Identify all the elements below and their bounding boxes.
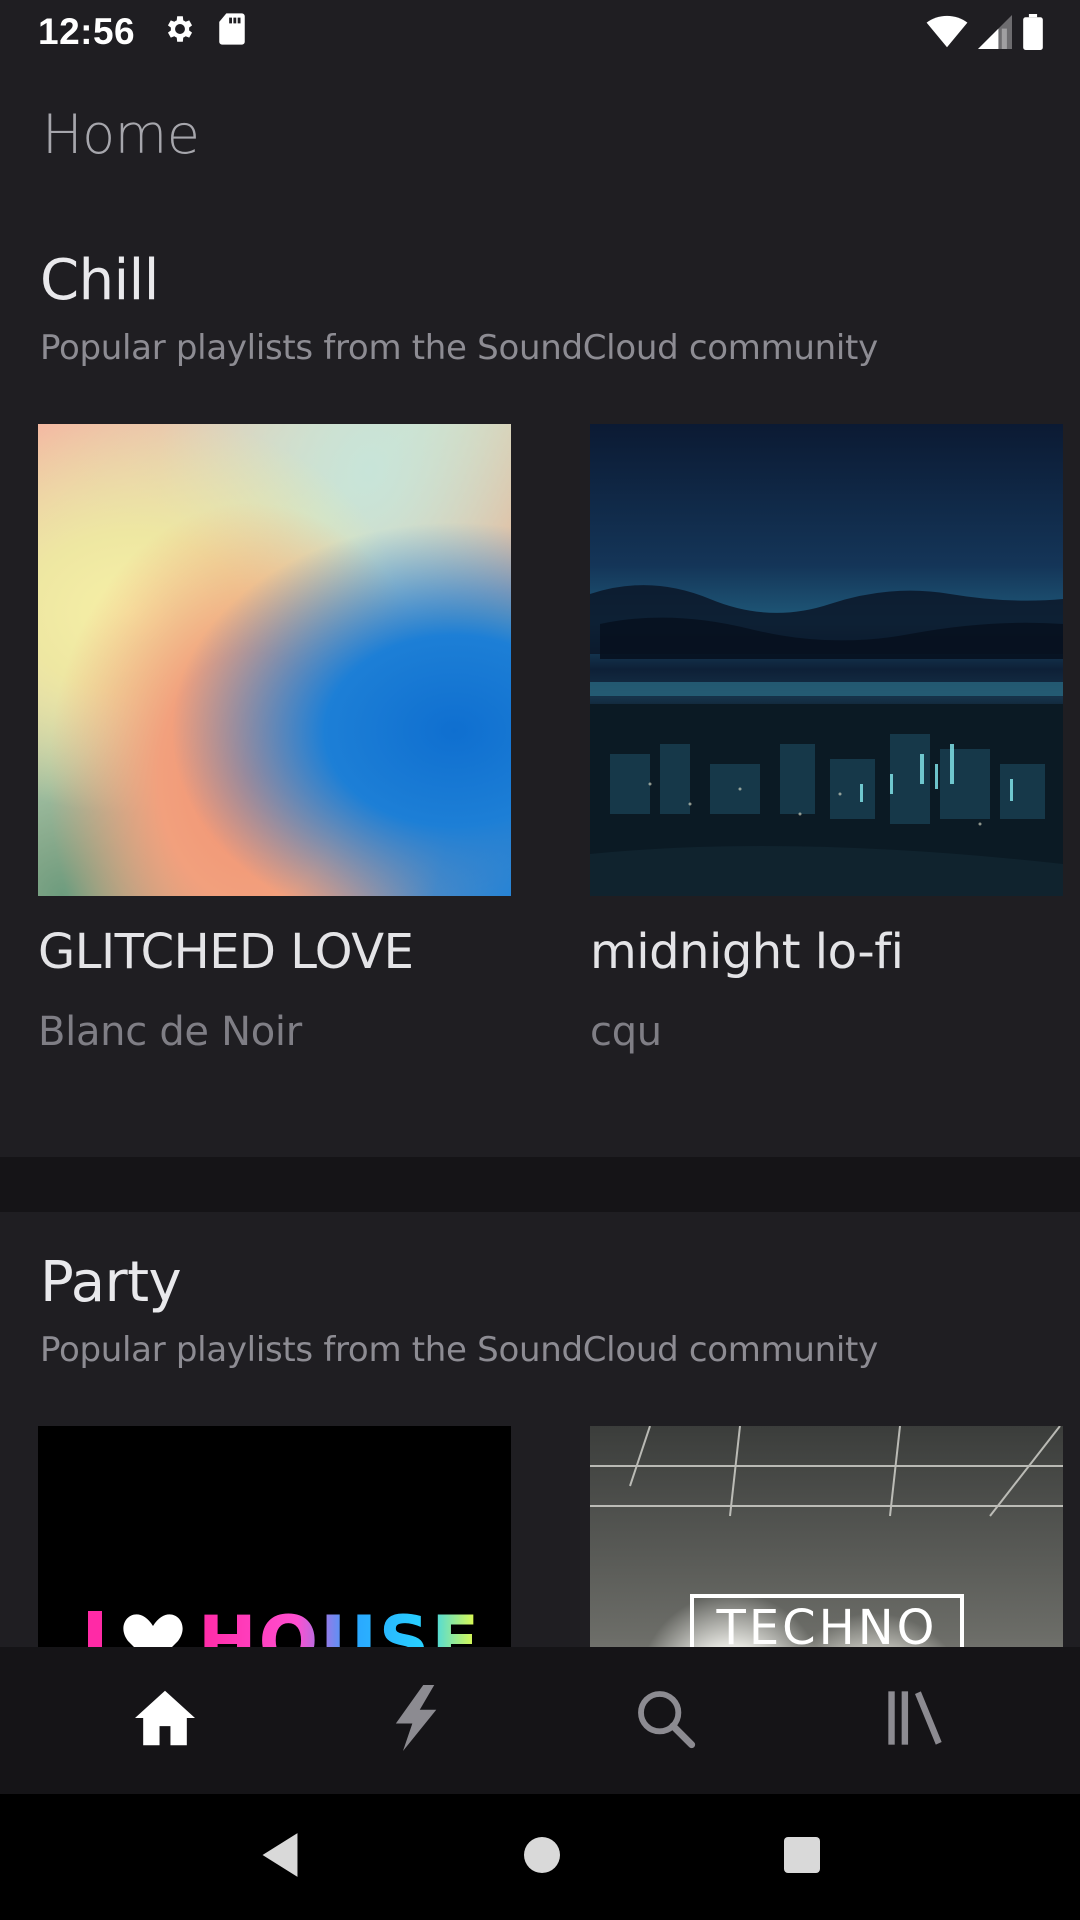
svg-text:TECHNO: TECHNO (716, 1600, 938, 1647)
battery-icon (1022, 14, 1044, 55)
nav-search[interactable] (605, 1671, 725, 1771)
wifi-icon (926, 15, 968, 54)
section-party: Party Popular playlists from the SoundCl… (0, 1250, 1080, 1647)
home-icon[interactable] (132, 1688, 198, 1753)
section-subtitle: Popular playlists from the SoundCloud co… (40, 328, 878, 368)
nav-stream[interactable] (355, 1671, 475, 1771)
section-subtitle: Popular playlists from the SoundCloud co… (40, 1330, 878, 1370)
back-icon[interactable] (258, 1831, 302, 1884)
playlist-card-glitched-love[interactable]: GLITCHED LOVE Blanc de Noir (38, 424, 511, 1055)
section-title: Chill (40, 248, 159, 313)
nav-library[interactable] (855, 1671, 975, 1771)
section-title: Party (40, 1250, 182, 1315)
playlist-artist[interactable]: Blanc de Noir (38, 1009, 302, 1055)
playlist-artwork[interactable] (590, 424, 1063, 896)
search-icon[interactable] (633, 1686, 697, 1755)
playlist-card-midnight-lofi[interactable]: midnight lo-fi cqu (590, 424, 1063, 1055)
home-circle-icon[interactable] (522, 1835, 562, 1880)
bottom-navigation (0, 1647, 1080, 1794)
playlist-title[interactable]: midnight lo-fi (590, 924, 904, 980)
gear-icon (163, 12, 197, 51)
playlist-artwork[interactable]: TECHNO (590, 1426, 1063, 1647)
library-icon[interactable] (883, 1686, 947, 1755)
sd-card-icon (217, 12, 247, 51)
system-navigation-bar (0, 1794, 1080, 1920)
status-bar: 12:56 (0, 0, 1080, 63)
playlist-title[interactable]: GLITCHED LOVE (38, 924, 414, 980)
page-title: Home (42, 103, 200, 166)
svg-text:HOUSE: HOUSE (198, 1601, 481, 1647)
playlist-card-techno[interactable]: TECHNO (590, 1426, 1063, 1647)
status-right-icons (926, 14, 1044, 55)
nav-home[interactable] (105, 1671, 225, 1771)
playlist-artwork[interactable]: HOUSE (38, 1426, 511, 1647)
stream-lightning-icon[interactable] (393, 1685, 437, 1756)
status-left-icons (163, 12, 247, 51)
playlist-artwork[interactable] (38, 424, 511, 896)
status-time: 12:56 (38, 10, 136, 52)
playlist-artist[interactable]: cqu (590, 1009, 662, 1055)
playlist-card-i-love-house[interactable]: HOUSE (38, 1426, 511, 1647)
section-divider (0, 1157, 1080, 1212)
section-chill: Chill Popular playlists from the SoundCl… (0, 248, 1080, 1128)
recents-square-icon[interactable] (782, 1835, 822, 1880)
cell-signal-icon (978, 15, 1012, 54)
home-screen[interactable]: Home Chill Popular playlists from the So… (0, 63, 1080, 1647)
